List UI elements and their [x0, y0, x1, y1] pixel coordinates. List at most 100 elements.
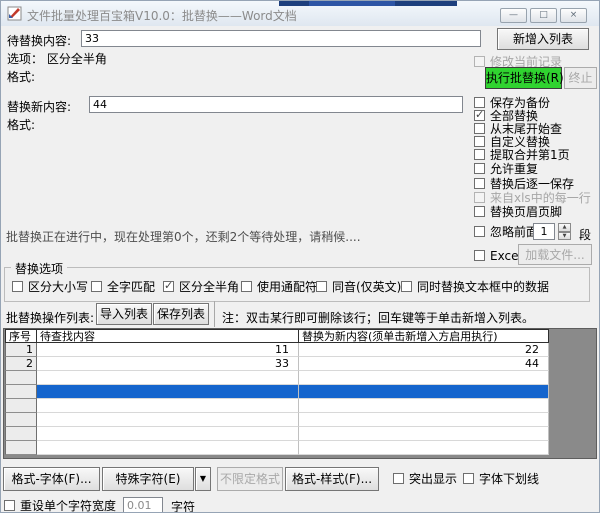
options-line: 选项： 区分全半角 — [7, 50, 107, 67]
checkbox-label: 使用通配符 — [257, 278, 317, 295]
table-row-empty[interactable] — [5, 441, 550, 455]
format-font-button[interactable]: 格式-字体(F)... — [3, 467, 100, 491]
checkbox-box — [474, 110, 485, 121]
checkbox-box — [474, 178, 485, 189]
special-characters-dropdown-icon[interactable]: ▼ — [195, 467, 211, 491]
char-width-unit-label: 字符 — [171, 498, 195, 513]
checkbox-reset-char-width[interactable]: 重设单个字符宽度 — [4, 499, 116, 512]
checkbox-box — [393, 473, 404, 484]
checkbox-highlight[interactable]: 突出显示 — [393, 472, 457, 485]
checkbox-box — [91, 281, 102, 292]
replace-cell: 22 — [299, 343, 549, 357]
checkbox-replace-header-footer[interactable]: 替换页眉页脚 — [474, 205, 562, 218]
new-content-label: 替换新内容: — [7, 98, 71, 115]
checkbox-box — [241, 281, 252, 292]
checkbox-box — [12, 281, 23, 292]
pending-content-label: 待替换内容: — [7, 32, 71, 49]
background-window-strip-highlight — [309, 1, 395, 6]
stop-button[interactable]: 终止 — [564, 67, 597, 89]
checkbox-box — [474, 206, 485, 217]
checkbox-match-case[interactable]: 区分大小写 — [12, 280, 88, 293]
toolbar-separator — [214, 301, 215, 327]
new-content-input[interactable] — [89, 96, 463, 113]
table-row[interactable]: 1 11 22 — [5, 343, 550, 357]
find-cell: 33 — [37, 357, 299, 371]
checkbox-sounds-like[interactable]: 同音(仅英文) — [316, 280, 401, 293]
table-row-selected[interactable] — [5, 385, 550, 399]
table-row-empty[interactable] — [5, 399, 550, 413]
checkbox-ignore-leading[interactable]: 忽略前面 — [474, 225, 538, 238]
checkbox-box — [316, 281, 327, 292]
checkbox-box — [474, 123, 485, 134]
row-number: 2 — [5, 357, 37, 371]
format-label-2: 格式: — [7, 116, 35, 133]
ignore-count-spinner: ▲ ▼ — [558, 223, 571, 240]
table-header-row: 序号 待查找内容 替换为新内容(须单击新增入方启用执行) — [5, 329, 550, 343]
checkbox-font-underline[interactable]: 字体下划线 — [463, 472, 539, 485]
table-row[interactable]: 2 33 44 — [5, 357, 550, 371]
checkbox-label: 全字匹配 — [107, 278, 155, 295]
header-find: 待查找内容 — [37, 329, 299, 343]
spinner-down-button[interactable]: ▼ — [558, 232, 571, 241]
close-button[interactable]: × — [560, 8, 587, 23]
operation-list-table: 序号 待查找内容 替换为新内容(须单击新增入方启用执行) 1 11 22 2 3… — [3, 328, 597, 459]
ignore-unit-label: 段 — [579, 226, 591, 243]
status-text: 批替换正在进行中，现在处理第0个，还剩2个等待处理，请稍候.... — [6, 228, 361, 245]
checkbox-box — [163, 281, 174, 292]
checkbox-whole-word[interactable]: 全字匹配 — [91, 280, 155, 293]
find-cell: 11 — [37, 343, 299, 357]
replace-options-group: 替换选项 区分大小写 全字匹配 区分全半角 使用通配符 同音(仅英文) 同时替换… — [4, 267, 590, 302]
char-width-input[interactable] — [123, 497, 163, 513]
table-row-empty[interactable] — [5, 371, 550, 385]
checkbox-box — [474, 136, 485, 147]
checkbox-allow-duplicates[interactable]: 允许重复 — [474, 162, 538, 175]
background-window-strip — [279, 1, 457, 6]
checkbox-excel[interactable]: Excel — [474, 249, 522, 262]
special-characters-button[interactable]: 特殊字符(E) — [102, 467, 194, 491]
checkbox-label: 区分全半角 — [179, 278, 239, 295]
checkbox-box — [474, 149, 485, 160]
maximize-button[interactable]: □ — [530, 8, 557, 23]
add-to-list-button[interactable]: 新增入列表 — [497, 28, 589, 50]
checkbox-label: 字体下划线 — [479, 470, 539, 487]
checkbox-use-wildcards[interactable]: 使用通配符 — [241, 280, 317, 293]
execute-batch-replace-button[interactable]: 执行批替换(R) — [485, 67, 562, 89]
import-list-button[interactable]: 导入列表 — [96, 303, 152, 325]
ignore-count-input[interactable] — [533, 223, 555, 240]
minimize-button[interactable]: — — [500, 8, 527, 23]
window-title: 文件批量处理百宝箱V10.0：批替换——Word文档 — [27, 7, 297, 24]
operation-list-label: 批替换操作列表: — [6, 309, 94, 326]
checkbox-replace-textbox-data[interactable]: 同时替换文本框中的数据 — [401, 280, 549, 293]
table-grid: 序号 待查找内容 替换为新内容(须单击新增入方启用执行) 1 11 22 2 3… — [5, 329, 550, 455]
table-row-empty[interactable] — [5, 413, 550, 427]
checkbox-label: 重设单个字符宽度 — [20, 497, 116, 513]
checkbox-label: 同音(仅英文) — [332, 278, 401, 295]
list-note-text: 注：双击某行即可删除该行；回车键等于单击新增入列表。 — [222, 309, 534, 326]
no-format-limit-button[interactable]: 不限定格式 — [217, 467, 283, 491]
row-number: 1 — [5, 343, 37, 357]
checkbox-label: 同时替换文本框中的数据 — [417, 278, 549, 295]
table-row-empty[interactable] — [5, 427, 550, 441]
save-list-button[interactable]: 保存列表 — [153, 303, 209, 325]
checkbox-label: 替换页眉页脚 — [490, 203, 562, 220]
load-file-button[interactable]: 加载文件... — [518, 244, 592, 265]
replace-cell: 44 — [299, 357, 549, 371]
checkbox-box — [474, 163, 485, 174]
header-replace: 替换为新内容(须单击新增入方启用执行) — [299, 329, 549, 343]
replace-options-group-title: 替换选项 — [11, 260, 67, 277]
pending-content-input[interactable] — [81, 30, 481, 47]
spinner-up-button[interactable]: ▲ — [558, 223, 571, 232]
checkbox-box — [463, 473, 474, 484]
checkbox-label: 忽略前面 — [490, 223, 538, 240]
format-label-1: 格式: — [7, 68, 35, 85]
format-style-button[interactable]: 格式-样式(F)... — [285, 467, 379, 491]
checkbox-box — [474, 250, 485, 261]
checkbox-full-half-width[interactable]: 区分全半角 — [163, 280, 239, 293]
checkbox-box — [474, 97, 485, 108]
checkbox-label: 突出显示 — [409, 470, 457, 487]
app-icon — [7, 6, 22, 21]
checkbox-label: 区分大小写 — [28, 278, 88, 295]
checkbox-box — [4, 500, 15, 511]
checkbox-box — [474, 192, 485, 203]
checkbox-box — [474, 226, 485, 237]
